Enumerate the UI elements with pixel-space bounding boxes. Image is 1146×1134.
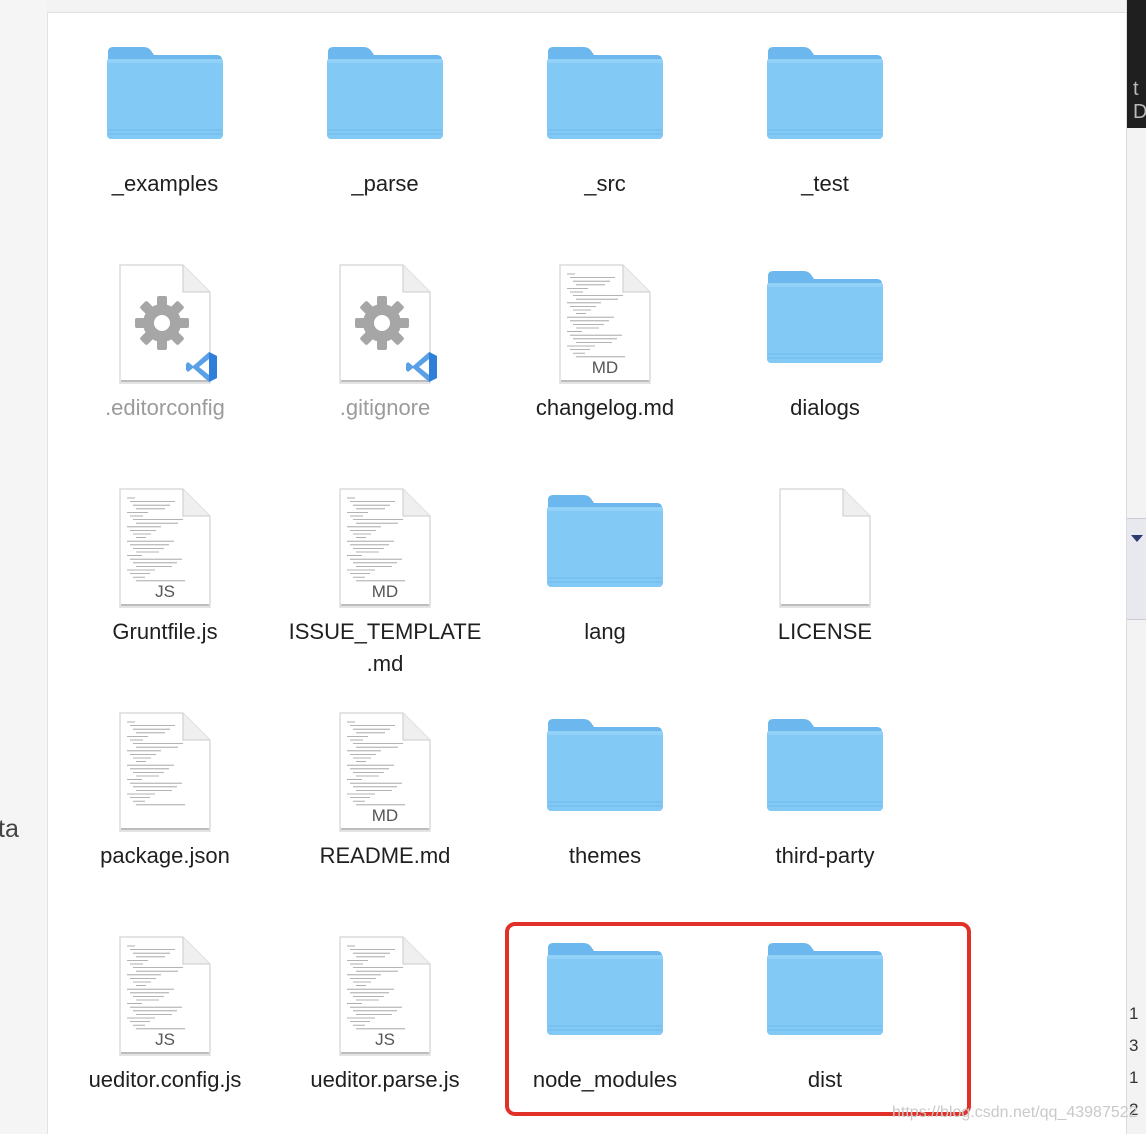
file-item[interactable]: themes — [495, 708, 715, 872]
file-name-label: _src — [584, 171, 626, 196]
folder-icon-wrap — [755, 36, 895, 166]
document-icon: JS — [95, 484, 235, 614]
config-file-icon — [95, 260, 235, 390]
file-item[interactable]: MD ISSUE_TEMPLATE .md — [275, 484, 495, 680]
file-item[interactable]: _parse — [275, 36, 495, 200]
file-type-label: MD — [371, 582, 399, 601]
file-item[interactable]: _examples — [55, 36, 275, 200]
folder-icon — [547, 719, 663, 811]
file-item[interactable]: JS ueditor.config.js — [55, 932, 275, 1096]
file-item[interactable]: LICENSE — [715, 484, 935, 648]
folder-icon — [547, 495, 663, 587]
folder-icon-wrap — [315, 36, 455, 166]
document-icon — [95, 708, 235, 838]
file-item[interactable]: .gitignore — [275, 260, 495, 424]
line-number: 1 — [1129, 1068, 1139, 1087]
document-icon: MD — [315, 708, 455, 838]
folder-icon — [767, 719, 883, 811]
file-item[interactable]: third-party — [715, 708, 935, 872]
folder-icon — [327, 47, 443, 139]
config-file-icon — [315, 260, 455, 390]
scroll-control[interactable] — [1127, 518, 1146, 620]
file-item[interactable]: JS ueditor.parse.js — [275, 932, 495, 1096]
file-name-label: LICENSE — [777, 619, 873, 644]
file-name-label: ISSUE_TEMPLATE .md — [288, 619, 482, 676]
watermark: https://blog.csdn.net/qq_43987522 — [892, 1104, 1138, 1121]
line-number: 3 — [1129, 1036, 1139, 1055]
folder-icon-wrap — [755, 260, 895, 390]
file-name-label: dialogs — [790, 395, 860, 420]
file-name-label: changelog.md — [535, 395, 675, 420]
file-name-label: package.json — [100, 843, 230, 868]
document-icon: JS — [95, 932, 235, 1062]
gear-icon — [355, 296, 409, 350]
chevron-down-icon[interactable] — [1131, 535, 1143, 542]
file-type-label: JS — [375, 1030, 395, 1049]
document-icon: MD — [535, 260, 675, 390]
folder-icon — [767, 47, 883, 139]
file-name-label: ueditor.config.js — [88, 1067, 242, 1092]
document-icon: MD — [315, 484, 455, 614]
file-item[interactable]: MD README.md — [275, 708, 495, 872]
file-item[interactable]: lang — [495, 484, 715, 648]
file-item[interactable]: _src — [495, 36, 715, 200]
toolbar-edge — [47, 0, 1126, 13]
folder-icon — [547, 47, 663, 139]
vscode-icon — [186, 352, 217, 382]
file-item[interactable]: MD changelog.md — [495, 260, 715, 424]
folder-icon-wrap — [535, 708, 675, 838]
file-name-label: lang — [584, 619, 626, 644]
finder-sidebar: ta — [0, 0, 48, 1134]
folder-icon-wrap — [535, 484, 675, 614]
file-type-label: JS — [155, 582, 175, 601]
folder-icon-wrap — [95, 36, 235, 166]
gear-icon — [135, 296, 189, 350]
folder-icon — [767, 271, 883, 363]
document-icon: JS — [315, 932, 455, 1062]
file-item[interactable]: package.json — [55, 708, 275, 872]
file-item[interactable]: dialogs — [715, 260, 935, 424]
right-background-window: t D 1 3 1 2 — [1126, 0, 1146, 1134]
file-type-label: MD — [371, 806, 399, 825]
file-item[interactable]: .editorconfig — [55, 260, 275, 424]
file-item[interactable]: JS Gruntfile.js — [55, 484, 275, 648]
sidebar-cut-text: ta — [0, 815, 19, 843]
file-name-label: themes — [568, 843, 642, 868]
folder-icon — [107, 47, 223, 139]
file-type-label: MD — [591, 358, 619, 377]
folder-icon-wrap — [535, 36, 675, 166]
file-name-label: _examples — [111, 171, 219, 196]
file-type-label: JS — [155, 1030, 175, 1049]
file-name-label: README.md — [319, 843, 451, 868]
background-editor-text: t D — [1133, 78, 1146, 123]
vscode-icon — [406, 352, 437, 382]
file-name-label: ueditor.parse.js — [310, 1067, 460, 1092]
highlight-box — [505, 922, 971, 1116]
background-editor: t D — [1127, 0, 1146, 128]
file-name-label: _test — [801, 171, 849, 196]
file-name-label: .editorconfig — [105, 395, 225, 420]
folder-icon-wrap — [755, 708, 895, 838]
file-item[interactable]: _test — [715, 36, 935, 200]
blank-file-icon — [755, 484, 895, 614]
file-name-label: _parse — [351, 171, 419, 196]
file-name-label: third-party — [775, 843, 875, 868]
line-number: 1 — [1129, 1004, 1139, 1023]
file-name-label: Gruntfile.js — [112, 619, 218, 644]
file-name-label: .gitignore — [339, 395, 431, 420]
